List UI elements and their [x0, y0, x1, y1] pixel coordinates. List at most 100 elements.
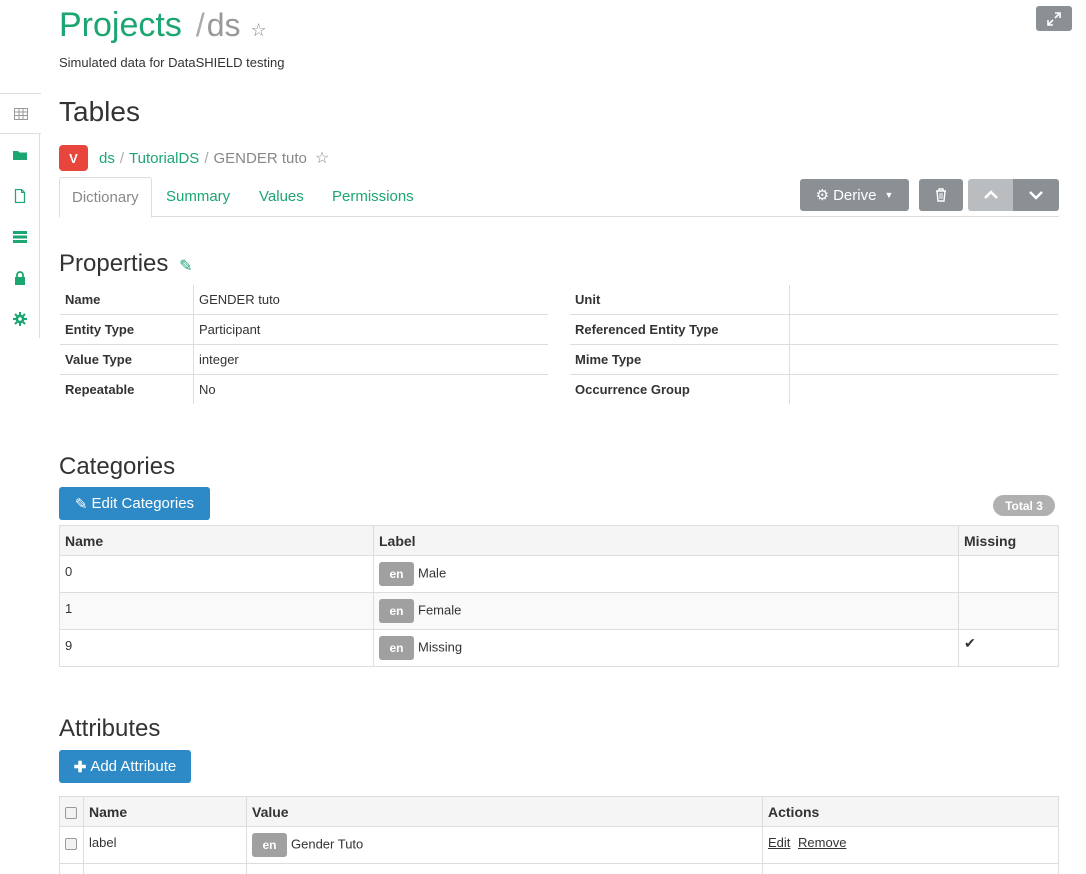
- property-key: Value Type: [60, 344, 194, 375]
- locale-badge: en: [379, 636, 414, 660]
- locale-badge: en: [379, 562, 414, 586]
- total-badge: Total 3: [993, 495, 1055, 516]
- breadcrumb-project-link[interactable]: ds: [99, 150, 115, 167]
- property-value: [790, 285, 1059, 315]
- attribute-value: Gender Tuto: [291, 836, 364, 852]
- sidebar-item-permissions[interactable]: [0, 257, 40, 298]
- select-all-checkbox[interactable]: [65, 806, 77, 819]
- property-value: GENDER tuto: [199, 292, 280, 307]
- derive-button[interactable]: ⚙ Derive ▼: [800, 179, 909, 211]
- breadcrumb-separator: /: [119, 149, 125, 167]
- category-missing: [958, 592, 1059, 630]
- chevron-down-icon: [1029, 191, 1043, 200]
- table-row: 9 en Missing ✔: [59, 629, 1059, 667]
- fullscreen-button[interactable]: [1036, 6, 1072, 31]
- category-label: Male: [418, 565, 447, 581]
- row-checkbox[interactable]: [65, 837, 77, 850]
- property-value: Participant: [193, 314, 548, 345]
- property-key: Occurrence Group: [570, 374, 790, 404]
- previous-variable-button[interactable]: [968, 179, 1014, 211]
- project-description: Simulated data for DataSHIELD testing: [59, 55, 285, 70]
- edit-categories-button[interactable]: ✎ Edit Categories: [59, 487, 210, 520]
- chevron-up-icon: [984, 190, 998, 199]
- sidebar-item-files[interactable]: [0, 134, 40, 175]
- locale-badge: en: [379, 599, 414, 623]
- expand-icon: [1047, 11, 1061, 26]
- star-icon[interactable]: ☆: [315, 148, 329, 168]
- breadcrumb-separator: /: [204, 149, 209, 167]
- page-title: Tables: [59, 96, 140, 127]
- plus-icon: ✚: [73, 758, 87, 776]
- category-missing: ✔: [958, 629, 1059, 667]
- categories-heading: Categories: [59, 453, 176, 480]
- select-all-cell: [59, 796, 84, 827]
- properties-title: Properties: [59, 250, 169, 277]
- sidebar-item-settings[interactable]: [0, 298, 40, 339]
- property-value: [789, 344, 1058, 375]
- add-attribute-label: Add Attribute: [90, 758, 177, 775]
- sidebar-item-tasks[interactable]: [0, 216, 40, 257]
- tab-summary[interactable]: Summary: [166, 177, 230, 217]
- edit-categories-label: Edit Categories: [91, 495, 195, 512]
- add-attribute-button[interactable]: ✚ Add Attribute: [59, 750, 191, 783]
- project-name: ds: [206, 7, 241, 43]
- page-header: Projects / ds ☆: [59, 6, 267, 45]
- gear-icon: [13, 311, 27, 326]
- column-header-name: Name: [83, 796, 247, 827]
- tab-permissions[interactable]: Permissions: [332, 177, 414, 217]
- attributes-table: Name Value Actions label en Gender Tuto E…: [59, 796, 1059, 874]
- category-name: 0: [59, 555, 374, 593]
- category-label: Missing: [418, 639, 463, 655]
- table-row: label en Gender Tuto Edit Remove: [59, 826, 1059, 864]
- categories-table: Name Label Missing 0 en Male 1 en Female 9…: [59, 525, 1059, 667]
- table-row: 0 en Male: [59, 555, 1059, 593]
- checkmark-icon: ✔: [964, 634, 976, 651]
- tab-values[interactable]: Values: [259, 177, 304, 217]
- next-variable-button[interactable]: [1013, 179, 1059, 211]
- folder-icon: [13, 150, 27, 160]
- category-label-cell: en Male: [373, 555, 959, 593]
- properties-table-left: Name GENDER tuto Entity Type Participant V…: [59, 284, 549, 405]
- category-name: 1: [59, 592, 374, 630]
- attribute-value-cell: [246, 863, 763, 874]
- variable-badge: V: [59, 145, 88, 171]
- breadcrumb-current: GENDER tuto: [213, 149, 307, 167]
- breadcrumb: V ds / TutorialDS / GENDER tuto ☆: [59, 145, 329, 171]
- breadcrumb-table-link[interactable]: TutorialDS: [129, 150, 199, 167]
- variable-tabs: Dictionary Summary Values Permissions: [59, 177, 1059, 218]
- tasks-icon: [13, 230, 27, 243]
- caret-down-icon: ▼: [884, 190, 894, 200]
- derive-label: Derive: [833, 186, 877, 204]
- tab-dictionary[interactable]: Dictionary: [59, 177, 152, 218]
- edit-icon[interactable]: ✎: [179, 258, 192, 275]
- property-key: Repeatable: [60, 374, 194, 404]
- trash-icon: [936, 188, 946, 202]
- table-row: [59, 863, 1059, 874]
- gear-icon: ⚙: [815, 187, 830, 204]
- attribute-actions: [762, 863, 1059, 874]
- property-value: [789, 314, 1058, 345]
- sidebar-item-tables[interactable]: [0, 93, 41, 134]
- attributes-heading: Attributes: [59, 715, 161, 742]
- category-label-cell: en Missing: [373, 629, 959, 667]
- column-header-missing: Missing: [958, 525, 1059, 556]
- edit-attribute-link[interactable]: Edit: [768, 835, 790, 850]
- attribute-name: [83, 863, 247, 874]
- property-key: Entity Type: [60, 314, 194, 345]
- table-row: 1 en Female: [59, 592, 1059, 630]
- delete-button[interactable]: [919, 179, 963, 211]
- category-label: Female: [418, 602, 462, 618]
- row-select-cell: [59, 826, 84, 864]
- column-header-label: Label: [373, 525, 959, 556]
- category-name: 9: [59, 629, 374, 667]
- attribute-name: label: [83, 826, 247, 864]
- property-key: Name: [60, 285, 194, 315]
- category-missing: [958, 555, 1059, 593]
- star-icon[interactable]: ☆: [251, 20, 267, 41]
- remove-attribute-link[interactable]: Remove: [798, 835, 846, 850]
- property-value: No: [193, 374, 548, 404]
- projects-link[interactable]: Projects: [59, 6, 182, 45]
- column-header-value: Value: [246, 796, 763, 827]
- sidebar-item-reports[interactable]: [0, 175, 40, 216]
- locale-badge: en: [252, 833, 287, 857]
